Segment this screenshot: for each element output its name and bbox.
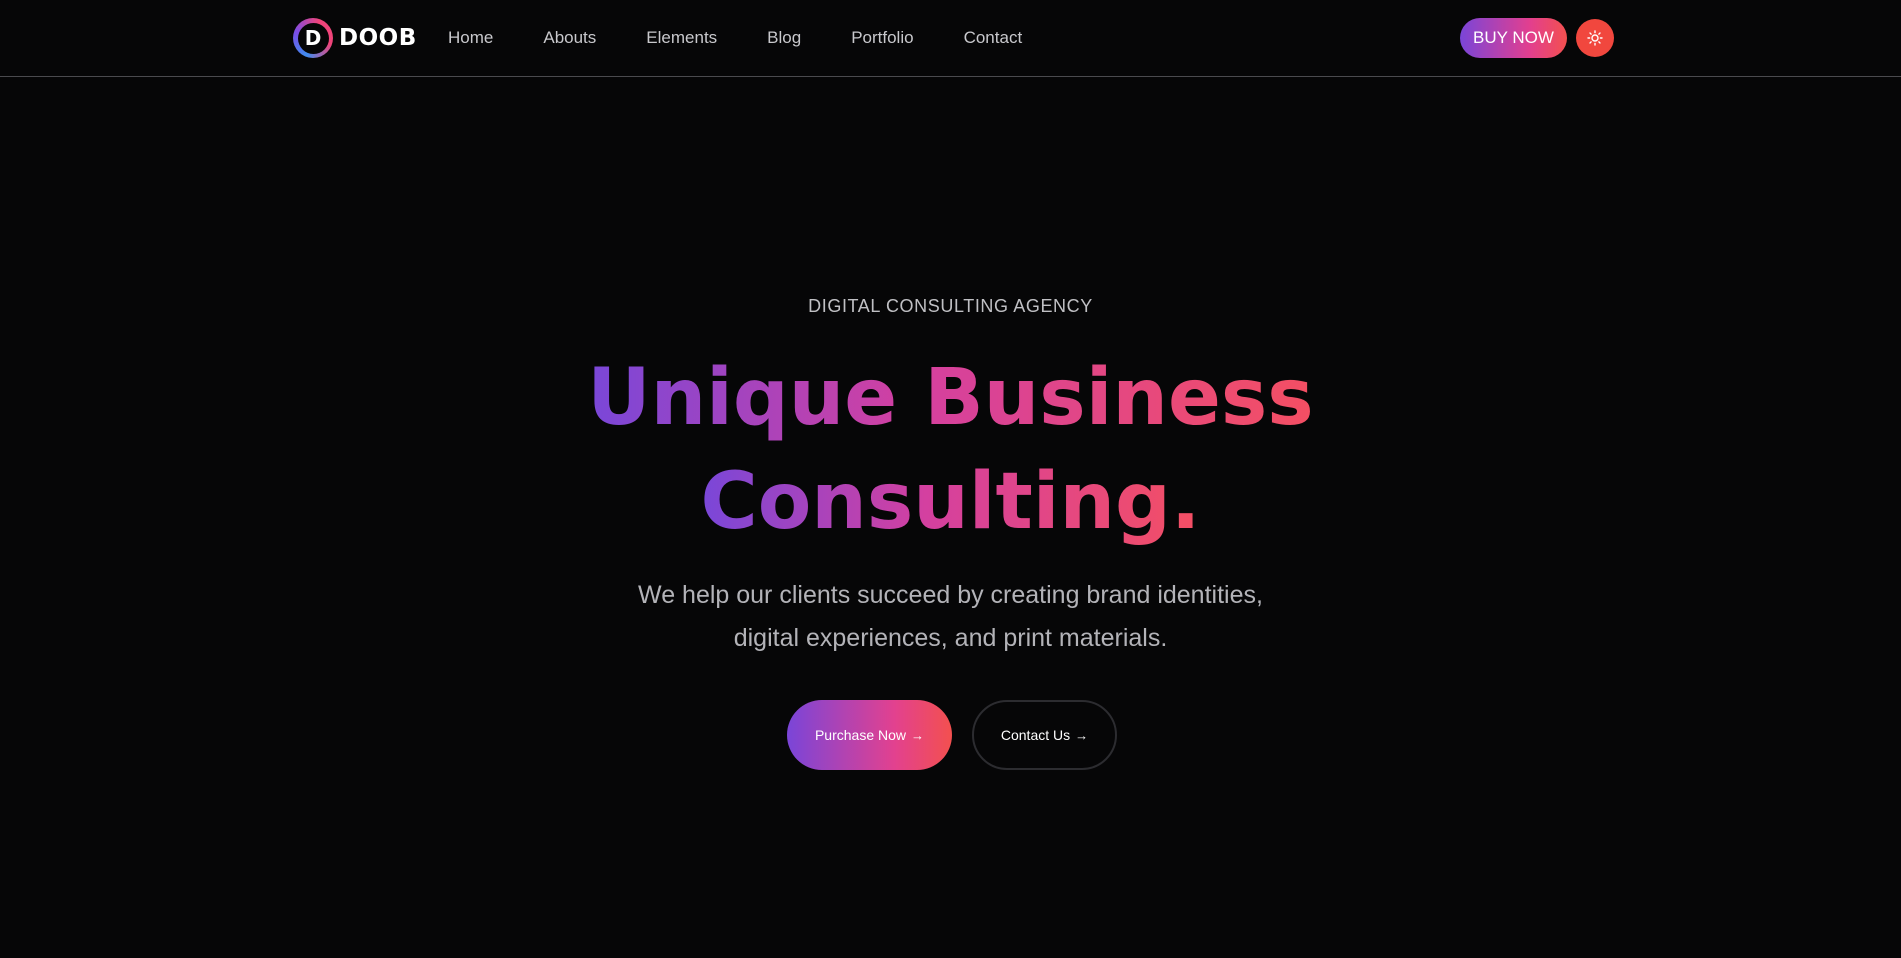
logo-text: DOOB [339, 25, 417, 51]
site-header: D DOOB Home Abouts Elements Blog Portfol… [0, 0, 1901, 77]
hero-subtitle: DIGITAL CONSULTING AGENCY [808, 296, 1093, 316]
nav-item-abouts[interactable]: Abouts [543, 28, 596, 48]
arrow-right-icon: → [1075, 727, 1089, 743]
hero-title-line-2: Consulting. [700, 450, 1200, 554]
hero-description: We help our clients succeed by creating … [0, 574, 1901, 660]
hero-section: DIGITAL CONSULTING AGENCY Unique Busines… [0, 78, 1901, 958]
sun-icon [1587, 30, 1603, 46]
nav-item-contact[interactable]: Contact [964, 28, 1023, 48]
hero-description-line-1: We help our clients succeed by creating … [638, 581, 1263, 609]
nav-item-blog[interactable]: Blog [767, 28, 801, 48]
nav-item-portfolio[interactable]: Portfolio [851, 28, 913, 48]
nav-item-home[interactable]: Home [448, 28, 493, 48]
purchase-now-label: Purchase Now [814, 727, 907, 743]
contact-us-label: Contact Us [1000, 727, 1071, 743]
purchase-now-button[interactable]: Purchase Now → [787, 700, 952, 770]
nav-item-elements[interactable]: Elements [646, 28, 717, 48]
logo-mark-letter: D [297, 22, 329, 54]
theme-toggle-button[interactable] [1576, 19, 1614, 57]
hero-description-line-2: digital experiences, and print materials… [733, 624, 1168, 652]
arrow-right-icon: → [911, 727, 925, 743]
main-nav: Home Abouts Elements Blog Portfolio Cont… [448, 26, 1072, 50]
logo[interactable]: D DOOB [293, 18, 417, 58]
contact-us-button[interactable]: Contact Us → [972, 700, 1117, 770]
buy-now-button[interactable]: BUY NOW [1460, 18, 1567, 58]
hero-title-line-1: Unique Business [587, 346, 1313, 450]
logo-mark: D [293, 18, 333, 58]
hero-title: Unique Business Consulting. [0, 346, 1901, 554]
